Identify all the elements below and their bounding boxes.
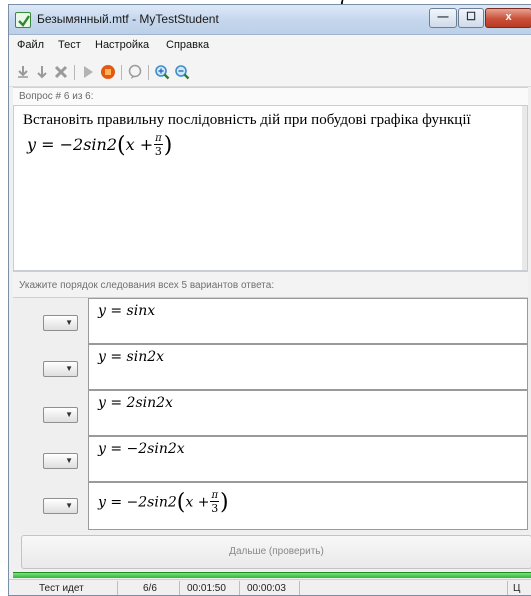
answer-option: y = −2sin2(x + π 3) xyxy=(88,482,528,530)
menu-bar: Файл Тест Настройка Справка xyxy=(9,35,531,57)
chat-icon[interactable] xyxy=(127,64,143,80)
window-title: Безымянный.mtf - MyTestStudent xyxy=(37,12,219,26)
question-counter: Вопрос # 6 из 6: xyxy=(13,87,528,105)
formula-x: x + xyxy=(185,494,210,511)
delete-icon[interactable] xyxy=(53,64,69,80)
status-divider xyxy=(507,581,508,595)
zoom-in-icon[interactable] xyxy=(154,64,170,80)
minimize-button[interactable]: — xyxy=(429,8,457,28)
order-dropdown[interactable]: ▼ xyxy=(43,315,78,331)
status-divider xyxy=(299,581,300,595)
answer-formula: y = −2sin2(x + π 3) xyxy=(98,490,229,515)
answer-formula: y = sinx xyxy=(98,303,156,319)
chevron-down-icon: ▼ xyxy=(65,501,73,510)
chevron-down-icon: ▼ xyxy=(65,364,73,373)
status-state: Тест идет xyxy=(39,583,84,594)
chevron-down-icon: ▼ xyxy=(65,410,73,419)
download-icon[interactable] xyxy=(15,64,31,80)
status-count: 6/6 xyxy=(143,583,157,594)
play-icon[interactable] xyxy=(80,64,96,80)
zoom-out-icon[interactable] xyxy=(174,64,190,80)
answer-row: ▼ y = sinx xyxy=(13,298,528,344)
menu-file[interactable]: Файл xyxy=(17,39,44,51)
menu-help[interactable]: Справка xyxy=(166,39,209,51)
formula-prefix: y = −2sin2 xyxy=(98,494,177,511)
chevron-down-icon: ▼ xyxy=(65,318,73,327)
formula-denominator: 3 xyxy=(154,145,162,158)
answer-formula: y = −2sin2x xyxy=(98,441,185,457)
question-text: Встановіть правильну послідовність дій п… xyxy=(23,112,471,128)
title-bar[interactable]: Безымянный.mtf - MyTestStudent — ☐ x xyxy=(9,5,531,35)
status-divider xyxy=(117,581,118,595)
answer-formula: y = sin2x xyxy=(98,349,165,365)
toolbar-separator xyxy=(148,65,149,80)
toolbar-separator xyxy=(74,65,75,80)
status-question-time: 00:00:03 xyxy=(247,583,286,594)
order-dropdown[interactable]: ▼ xyxy=(43,407,78,423)
stop-icon[interactable] xyxy=(100,64,116,80)
app-checkbox-icon xyxy=(15,12,31,28)
toolbar-separator xyxy=(121,65,122,80)
question-scrollbar[interactable] xyxy=(522,106,527,270)
formula-numerator: π xyxy=(210,490,220,502)
maximize-button[interactable]: ☐ xyxy=(458,8,484,28)
menu-settings[interactable]: Настройка xyxy=(95,39,149,51)
status-tail: Ц xyxy=(513,583,521,594)
app-window: Безымянный.mtf - MyTestStudent — ☐ x Фай… xyxy=(8,4,531,596)
answer-option: y = −2sin2x xyxy=(88,436,528,482)
status-bar: Тест идет 6/6 00:01:50 00:00:03 Ц xyxy=(9,579,531,595)
download-alt-icon[interactable] xyxy=(34,64,50,80)
question-formula: y = −2sin2(x + π 3) xyxy=(27,133,173,158)
answer-option: y = sin2x xyxy=(88,344,528,390)
order-dropdown[interactable]: ▼ xyxy=(43,361,78,377)
answer-instruction: Укажите порядок следования всех 5 вариан… xyxy=(13,271,528,297)
order-dropdown[interactable]: ▼ xyxy=(43,453,78,469)
formula-numerator: π xyxy=(154,133,163,145)
answer-row: ▼ y = sin2x xyxy=(13,344,528,390)
status-elapsed: 00:01:50 xyxy=(187,583,226,594)
answer-option: y = 2sin2x xyxy=(88,390,528,436)
toolbar xyxy=(9,57,531,87)
formula-x: x + xyxy=(125,135,154,154)
formula-denominator: 3 xyxy=(211,502,219,515)
answer-row: ▼ y = −2sin2x xyxy=(13,436,528,482)
test-progress-bar xyxy=(13,572,531,578)
answer-option: y = sinx xyxy=(88,298,528,344)
answer-row: ▼ y = −2sin2(x + π 3) xyxy=(13,482,528,530)
status-divider xyxy=(239,581,240,595)
chevron-down-icon: ▼ xyxy=(65,456,73,465)
answer-row: ▼ y = 2sin2x xyxy=(13,390,528,436)
menu-test[interactable]: Тест xyxy=(58,39,81,51)
close-button[interactable]: x xyxy=(485,8,531,28)
next-check-button[interactable]: Дальше (проверить) xyxy=(21,535,531,569)
status-divider xyxy=(179,581,180,595)
order-dropdown[interactable]: ▼ xyxy=(43,498,78,514)
question-pane: Встановіть правильну послідовність дій п… xyxy=(13,105,528,271)
answer-formula: y = 2sin2x xyxy=(98,395,173,411)
answer-list: ▼ y = sinx ▼ y = sin2x ▼ y = 2sin2x ▼ y … xyxy=(13,297,528,533)
formula-prefix: y = −2sin2 xyxy=(27,135,118,154)
